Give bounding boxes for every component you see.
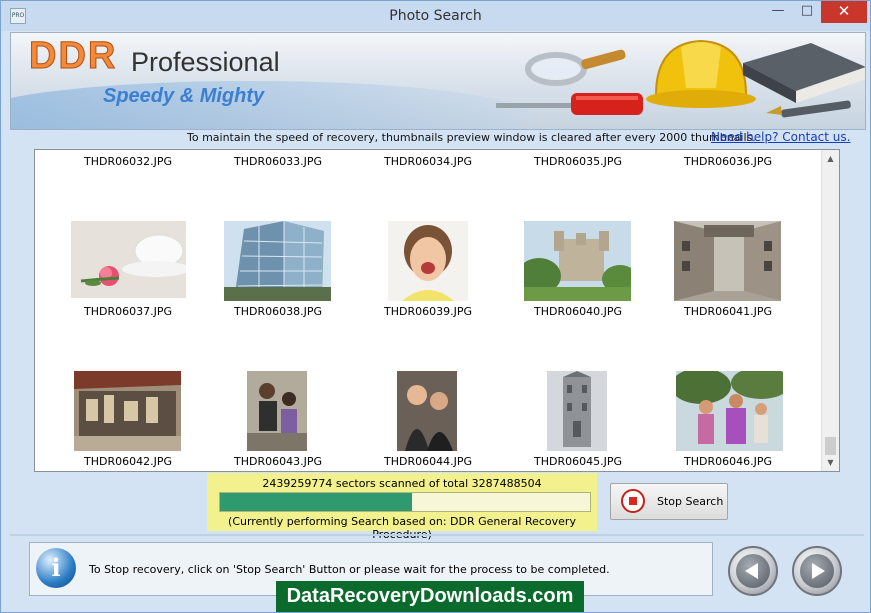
thumbnail-filename: THDR06043.JPG	[234, 455, 322, 468]
close-button[interactable]: ✕	[821, 1, 867, 23]
back-button[interactable]	[728, 546, 778, 596]
thumbnail-filename: THDR06032.JPG	[84, 155, 172, 168]
website-watermark: DataRecoveryDownloads.com	[276, 581, 584, 612]
next-button[interactable]	[792, 546, 842, 596]
thumbnail-image-street[interactable]	[674, 221, 781, 301]
thumbnail-item[interactable]: THDR06044.JPG	[353, 455, 503, 469]
hardhat-icon	[646, 39, 756, 108]
banner-tools-illustration	[496, 39, 865, 118]
thumbnail-item[interactable]: THDR06035.JPG	[503, 155, 653, 169]
thumbnail-notice: To maintain the speed of recovery, thumb…	[187, 131, 756, 144]
divider	[10, 534, 864, 536]
thumbnail-item[interactable]: THDR06037.JPG	[53, 305, 203, 319]
thumbnail-filename: THDR06041.JPG	[684, 305, 772, 318]
thumbnail-filename: THDR06042.JPG	[84, 455, 172, 468]
tagline: Speedy & Mighty	[103, 85, 265, 107]
stop-search-button[interactable]: Stop Search	[610, 483, 728, 520]
thumbnail-image-child[interactable]	[388, 221, 468, 301]
magnifier-icon	[525, 49, 626, 86]
window-title: Photo Search	[389, 8, 482, 24]
thumbnail-filename: THDR06045.JPG	[534, 455, 622, 468]
thumbnail-filename: THDR06040.JPG	[534, 305, 622, 318]
thumbnail-image-crowd[interactable]	[247, 371, 307, 451]
help-contact-link[interactable]: Need help? Contact us.	[711, 130, 850, 144]
scrollbar-thumb[interactable]	[825, 437, 836, 455]
stop-search-label: Stop Search	[657, 495, 724, 508]
thumbnail-filename: THDR06034.JPG	[384, 155, 472, 168]
book-icon	[743, 43, 865, 103]
progress-panel: 2439259774 sectors scanned of total 3287…	[207, 473, 597, 541]
thumbnail-item[interactable]: THDR06034.JPG	[353, 155, 503, 169]
thumbnail-filename: THDR06039.JPG	[384, 305, 472, 318]
scroll-up-arrow-icon[interactable]: ▲	[822, 150, 839, 167]
thumbnail-image-parade[interactable]	[676, 371, 783, 451]
thumbnail-item[interactable]: THDR06043.JPG	[203, 455, 353, 469]
thumbnail-image-market[interactable]	[74, 371, 181, 451]
thumbnail-item[interactable]: THDR06042.JPG	[53, 455, 203, 469]
thumbnail-image-girls[interactable]	[397, 371, 457, 451]
thumbnail-filename: THDR06037.JPG	[84, 305, 172, 318]
title-bar: PRO Photo Search — □ ✕	[1, 1, 870, 31]
status-message: To Stop recovery, click on 'Stop Search'…	[89, 563, 610, 576]
maximize-button[interactable]: □	[793, 1, 821, 23]
back-arrow-icon	[736, 554, 770, 588]
thumbnail-filename: THDR06044.JPG	[384, 455, 472, 468]
thumbnail-gallery[interactable]: THDR06032.JPG THDR06033.JPG THDR06034.JP…	[34, 149, 840, 472]
sectors-scanned-text: 2439259774 sectors scanned of total 3287…	[262, 477, 542, 490]
thumbnail-item[interactable]: THDR06040.JPG	[503, 305, 653, 319]
gallery-scrollbar[interactable]: ▲ ▼	[821, 150, 839, 471]
thumbnail-filename: THDR06035.JPG	[534, 155, 622, 168]
progress-bar-fill	[220, 493, 413, 511]
procedure-text: (Currently performing Search based on: D…	[228, 515, 576, 541]
scroll-down-arrow-icon[interactable]: ▼	[822, 454, 839, 471]
thumbnail-item[interactable]: THDR06046.JPG	[653, 455, 803, 469]
header-banner: DDR Professional Speedy & Mighty	[10, 32, 866, 130]
thumbnail-filename: THDR06036.JPG	[684, 155, 772, 168]
thumbnail-image-castle[interactable]	[524, 221, 631, 301]
thumbnail-item[interactable]: THDR06038.JPG	[203, 305, 353, 319]
thumbnail-image-bridge[interactable]	[547, 371, 607, 451]
thumbnail-item[interactable]: THDR06033.JPG	[203, 155, 353, 169]
thumbnail-item[interactable]: THDR06039.JPG	[353, 305, 503, 319]
thumbnail-filename: THDR06046.JPG	[684, 455, 772, 468]
thumbnail-item[interactable]: THDR06045.JPG	[503, 455, 653, 469]
thumbnail-item[interactable]: THDR06032.JPG	[53, 155, 203, 169]
stop-icon	[621, 489, 645, 513]
thumbnail-item[interactable]: THDR06041.JPG	[653, 305, 803, 319]
pen-icon	[766, 100, 851, 118]
progress-bar	[219, 492, 591, 512]
thumbnail-item[interactable]: THDR06036.JPG	[653, 155, 803, 169]
next-arrow-icon	[800, 554, 834, 588]
banner-swoosh	[11, 81, 531, 129]
info-icon: i	[36, 548, 76, 588]
thumbnail-image-teacup[interactable]	[71, 221, 186, 298]
screwdriver-icon	[496, 93, 643, 115]
thumbnail-filename: THDR06033.JPG	[234, 155, 322, 168]
thumbnail-filename: THDR06038.JPG	[234, 305, 322, 318]
product-name: Professional	[131, 47, 280, 77]
minimize-button[interactable]: —	[764, 1, 792, 23]
thumbnail-image-building[interactable]	[224, 221, 331, 301]
brand-logo: DDR	[28, 35, 118, 78]
app-window: PRO Photo Search — □ ✕ DDR Professional …	[0, 0, 871, 613]
